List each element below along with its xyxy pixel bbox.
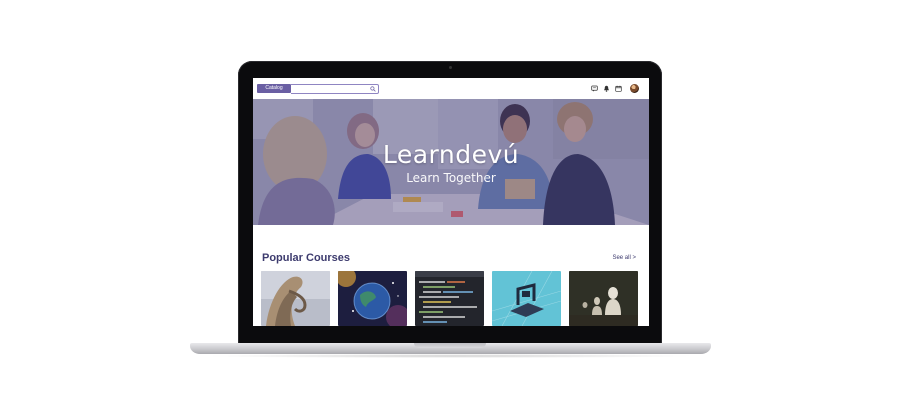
see-all-link[interactable]: See all >: [612, 255, 636, 261]
course-thumbnail-code: [415, 271, 484, 326]
course-list: [261, 271, 641, 326]
search-icon[interactable]: [370, 86, 376, 92]
laptop-screen: Catalog Learndevú Learn Together Popular…: [253, 78, 649, 326]
nav-icons: [591, 83, 639, 94]
course-card-earth[interactable]: [338, 271, 407, 326]
top-navbar: Catalog: [253, 78, 649, 101]
bell-icon[interactable]: [603, 85, 610, 92]
chat-icon[interactable]: [591, 85, 598, 92]
catalog-button[interactable]: Catalog: [257, 84, 291, 93]
course-card-3d-printer[interactable]: [492, 271, 561, 326]
course-thumbnail-earth: [338, 271, 407, 326]
course-card-code[interactable]: [415, 271, 484, 326]
search-box: [291, 84, 379, 101]
course-card-architecture[interactable]: [261, 271, 330, 326]
course-thumbnail-architecture: [261, 271, 330, 326]
hero-subtitle: Learn Together: [406, 171, 496, 185]
course-card-gallery[interactable]: [569, 271, 638, 326]
laptop-camera: [449, 66, 452, 69]
course-thumbnail-gallery: [569, 271, 638, 326]
laptop-shadow: [205, 354, 696, 358]
avatar[interactable]: [630, 84, 639, 93]
calendar-icon[interactable]: [615, 85, 622, 92]
course-thumbnail-3d-printer: [492, 271, 561, 326]
hero-title: Learndevú: [382, 140, 520, 169]
section-title: Popular Courses: [262, 252, 351, 264]
hero-banner: Learndevú Learn Together: [253, 99, 649, 225]
laptop-notch: [414, 343, 486, 348]
